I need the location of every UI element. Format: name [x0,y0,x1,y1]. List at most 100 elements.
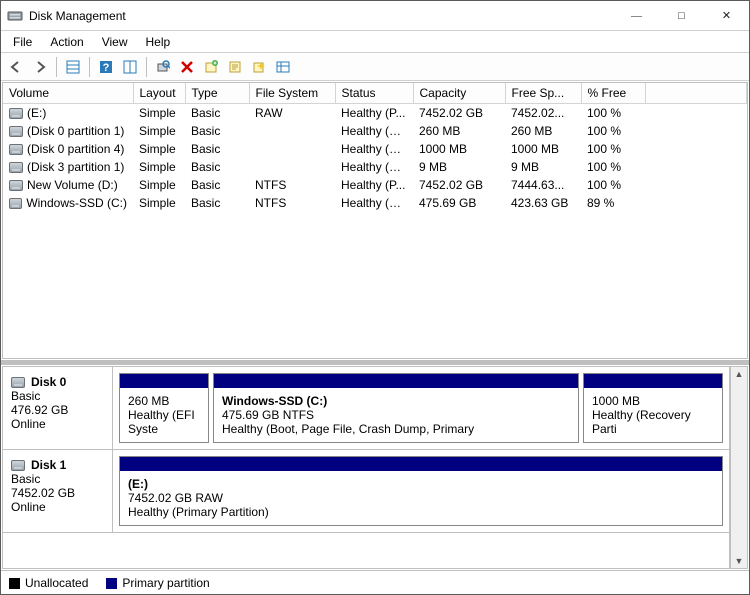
disk-type: Basic [11,472,104,486]
cell-status: Healthy (E... [335,158,413,176]
table-row[interactable]: (Disk 3 partition 1) SimpleBasic Healthy (… [3,158,747,176]
window-title: Disk Management [29,9,614,23]
vertical-scrollbar[interactable]: ▲ ▼ [730,366,748,569]
volume-icon [9,162,23,173]
scroll-down-icon[interactable]: ▼ [735,554,744,568]
cell-layout: Simple [133,194,185,212]
disk-management-window: Disk Management — □ ✕ File Action View H… [0,0,750,595]
col-pct[interactable]: % Free [581,83,645,104]
partition[interactable]: Windows-SSD (C:)475.69 GB NTFSHealthy (B… [213,373,579,443]
volume-name: (Disk 0 partition 1) [27,124,124,138]
toolbar-separator [89,57,90,77]
table-row[interactable]: New Volume (D:)SimpleBasicNTFSHealthy (P… [3,176,747,194]
col-volume[interactable]: Volume [3,83,133,104]
partition[interactable]: (E:)7452.02 GB RAWHealthy (Primary Parti… [119,456,723,526]
cell-capacity: 7452.02 GB [413,176,505,194]
volume-name: (Disk 3 partition 1) [27,160,124,174]
disk-size: 7452.02 GB [11,486,104,500]
view-panes-icon[interactable] [119,56,141,78]
col-type[interactable]: Type [185,83,249,104]
menu-file[interactable]: File [5,33,40,51]
scroll-up-icon[interactable]: ▲ [735,367,744,381]
disk-header: Disk 1Basic7452.02 GBOnline [3,450,113,532]
menu-view[interactable]: View [94,33,136,51]
view-list-icon[interactable] [62,56,84,78]
cell-status: Healthy (E... [335,122,413,140]
menu-action[interactable]: Action [42,33,91,51]
table-row[interactable]: (Disk 0 partition 1)SimpleBasicHealthy (… [3,122,747,140]
properties-icon[interactable] [224,56,246,78]
back-button[interactable] [5,56,27,78]
cell-type: Basic [185,194,249,212]
disk-icon [11,377,25,388]
col-fs[interactable]: File System [249,83,335,104]
cell-capacity: 1000 MB [413,140,505,158]
partition-stripe [120,457,722,471]
disk-row[interactable]: Disk 1Basic7452.02 GBOnline(E:)7452.02 G… [3,450,729,533]
disk-header: Disk 0Basic476.92 GBOnline [3,367,113,449]
new-partition-icon[interactable] [200,56,222,78]
volume-name: (E:) [27,106,46,120]
cell-pct: 100 % [581,122,645,140]
cell-fs: NTFS [249,194,335,212]
legend-primary: Primary partition [106,576,209,590]
disk-partitions: (E:)7452.02 GB RAWHealthy (Primary Parti… [113,450,729,532]
volume-icon [9,126,23,137]
disk-row[interactable]: Disk 0Basic476.92 GBOnline260 MBHealthy … [3,367,729,450]
volume-list[interactable]: Volume Layout Type File System Status Ca… [2,82,748,359]
volume-icon [9,144,23,155]
toolbar: ? [1,53,749,81]
menu-help[interactable]: Help [138,33,179,51]
partition-title: Windows-SSD (C:) [222,394,570,408]
partition-title: (E:) [128,477,714,491]
minimize-button[interactable]: — [614,1,659,31]
cell-type: Basic [185,140,249,158]
volume-name: New Volume (D:) [27,178,118,192]
partition-stripe [584,374,722,388]
help-icon[interactable]: ? [95,56,117,78]
table-row[interactable]: Windows-SSD (C:)SimpleBasicNTFSHealthy (… [3,194,747,212]
legend: Unallocated Primary partition [1,570,749,594]
disk-status: Online [11,500,104,514]
content-area: Volume Layout Type File System Status Ca… [1,81,749,594]
forward-button[interactable] [29,56,51,78]
maximize-button[interactable]: □ [659,1,704,31]
disk-partitions: 260 MBHealthy (EFI SysteWindows-SSD (C:)… [113,367,729,449]
col-capacity[interactable]: Capacity [413,83,505,104]
cell-pct: 100 % [581,158,645,176]
cell-fs [249,140,335,158]
col-free[interactable]: Free Sp... [505,83,581,104]
column-header-row: Volume Layout Type File System Status Ca… [3,83,747,104]
disk-map-inner[interactable]: Disk 0Basic476.92 GBOnline260 MBHealthy … [2,366,730,569]
col-layout[interactable]: Layout [133,83,185,104]
legend-unallocated: Unallocated [9,576,88,590]
disk-name: Disk 0 [31,375,66,389]
refresh-icon[interactable] [152,56,174,78]
cell-pct: 100 % [581,176,645,194]
cell-pct: 89 % [581,194,645,212]
partition-status: Healthy (Boot, Page File, Crash Dump, Pr… [222,422,570,436]
partition-stripe [214,374,578,388]
close-button[interactable]: ✕ [704,1,749,31]
partition[interactable]: 260 MBHealthy (EFI Syste [119,373,209,443]
partition-status: Healthy (Recovery Parti [592,408,714,436]
disk-map: Disk 0Basic476.92 GBOnline260 MBHealthy … [1,360,749,570]
cell-type: Basic [185,158,249,176]
cell-free: 7452.02... [505,104,581,123]
disk-icon [11,460,25,471]
cell-layout: Simple [133,176,185,194]
delete-icon[interactable] [176,56,198,78]
cell-layout: Simple [133,104,185,123]
col-spare[interactable] [645,83,747,104]
partition[interactable]: 1000 MBHealthy (Recovery Parti [583,373,723,443]
col-status[interactable]: Status [335,83,413,104]
disk-name: Disk 1 [31,458,66,472]
wizard-icon[interactable] [248,56,270,78]
cell-layout: Simple [133,158,185,176]
details-view-icon[interactable] [272,56,294,78]
table-row[interactable]: (E:)SimpleBasicRAWHealthy (P...7452.02 G… [3,104,747,123]
cell-capacity: 7452.02 GB [413,104,505,123]
cell-layout: Simple [133,140,185,158]
cell-free: 423.63 GB [505,194,581,212]
table-row[interactable]: (Disk 0 partition 4)SimpleBasicHealthy (… [3,140,747,158]
